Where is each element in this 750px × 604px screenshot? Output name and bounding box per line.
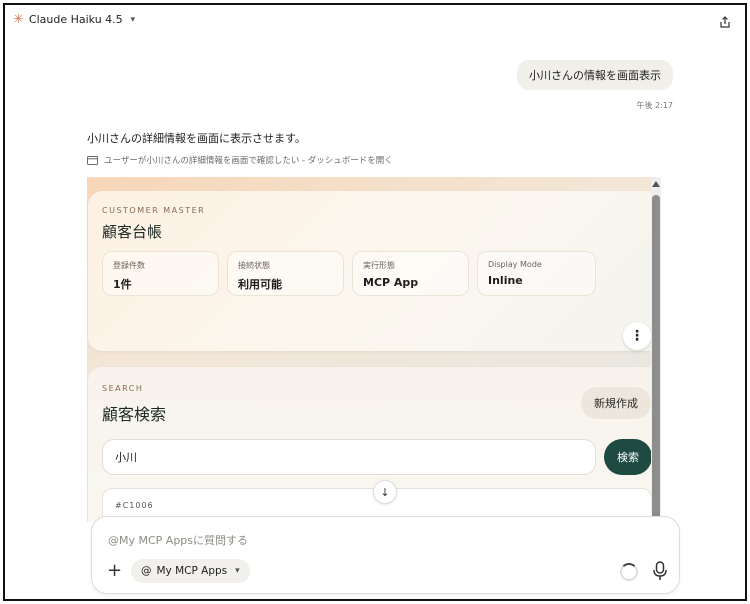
scroll-thumb[interactable] [652,195,660,522]
tool-call-text: ユーザーが小川さんの詳細情報を画面で確認したい - ダッシュボードを開く [104,156,393,166]
app-scrollbar[interactable] [651,177,661,522]
chevron-down-icon: ▾ [235,566,240,576]
top-bar: ✳ Claude Haiku 4.5 ▾ [5,5,745,37]
customer-search-input[interactable]: 小川 [102,439,596,475]
model-name: Claude Haiku 4.5 [28,13,123,26]
create-new-button[interactable]: 新規作成 [581,387,651,419]
customer-master-card: CUSTOMER MASTER 顧客台帳 登録件数 1件 接続状態 利用可能 実… [88,191,661,351]
claude-logo-icon: ✳ [13,12,24,27]
share-button[interactable] [713,10,737,34]
message-timestamp: 午後 2:17 [636,101,673,110]
share-icon [720,16,730,28]
stat-label: 登録件数 [113,261,145,270]
model-selector[interactable]: ✳ Claude Haiku 4.5 ▾ [13,13,135,26]
chevron-down-icon: ▾ [130,14,136,25]
stat-value: 利用可能 [238,278,282,291]
assistant-message: 小川さんの詳細情報を画面に表示させます。 [87,132,306,145]
stat-value: Inline [488,274,523,287]
kebab-icon: ⋮ [630,328,644,344]
search-eyebrow: SEARCH [102,384,144,393]
search-title: 顧客検索 [102,405,167,424]
message-composer[interactable]: @My MCP Appsに質問する + @ My MCP Apps ▾ [91,516,680,594]
user-message: 小川さんの情報を画面表示 [517,60,673,90]
stat-connection-status: 接続状態 利用可能 [227,251,344,296]
arrow-down-icon: ↓ [380,485,390,499]
master-title: 顧客台帳 [102,223,163,241]
search-button[interactable]: 検索 [604,439,652,475]
stat-execution-mode: 実行形態 MCP App [352,251,469,296]
stat-label: Display Mode [488,260,542,269]
tool-call-summary[interactable]: ユーザーが小川さんの詳細情報を画面で確認したい - ダッシュボードを開く [87,154,393,166]
mcp-chip-label: My MCP Apps [156,565,228,577]
stat-value: MCP App [363,276,419,289]
window-icon [87,155,98,165]
microphone-icon [653,561,667,580]
voice-input-button[interactable] [650,559,670,583]
message-input[interactable]: @My MCP Appsに質問する [108,532,248,548]
loading-spinner-icon [620,563,638,581]
result-customer-id: #C1006 [115,501,154,510]
scroll-to-bottom-button[interactable]: ↓ [373,480,397,504]
stat-label: 接続状態 [238,261,270,270]
master-eyebrow: CUSTOMER MASTER [102,206,206,215]
add-attachment-button[interactable]: + [107,560,122,581]
mcp-app-frame: CUSTOMER MASTER 顧客台帳 登録件数 1件 接続状態 利用可能 実… [87,177,661,522]
stat-label: 実行形態 [363,261,395,270]
scroll-up-arrow-icon[interactable] [652,181,660,187]
more-options-button[interactable]: ⋮ [623,322,651,350]
plus-icon: + [107,560,123,581]
at-icon: @ [141,565,152,577]
stat-registered-count: 登録件数 1件 [102,251,219,296]
stat-value: 1件 [113,278,132,291]
claude-chat-window: ✳ Claude Haiku 4.5 ▾ 小川さんの情報を画面表示 午後 2:1… [3,3,747,601]
mcp-apps-selector[interactable]: @ My MCP Apps ▾ [131,559,250,583]
stat-display-mode: Display Mode Inline [477,251,596,296]
